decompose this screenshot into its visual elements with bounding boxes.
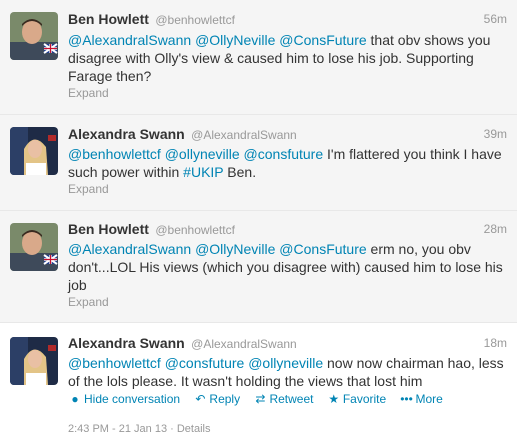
mention-link[interactable]: @AlexandralSwann bbox=[68, 241, 191, 257]
more-button[interactable]: ••• More bbox=[400, 392, 443, 406]
hide-conversation-button[interactable]: ● Hide conversation bbox=[68, 392, 180, 406]
tweet-text: @AlexandralSwann @OllyNeville @ConsFutur… bbox=[68, 240, 508, 294]
retweet-button[interactable]: ⇄ Retweet bbox=[253, 392, 313, 406]
tweet-timestamp[interactable]: 56m bbox=[484, 12, 507, 26]
tweet-body: Ben. bbox=[223, 164, 257, 180]
mention-link[interactable]: @ollyneville bbox=[248, 355, 323, 371]
tweet-text: @benhowlettcf @consfuture @ollyneville n… bbox=[68, 354, 508, 390]
tweet-header: Alexandra Swann @AlexandralSwann 18m bbox=[68, 335, 507, 353]
ellipsis-icon: ••• bbox=[400, 392, 413, 406]
tweet-expanded[interactable]: Alexandra Swann @AlexandralSwann 18m @be… bbox=[0, 323, 517, 435]
reply-arrow-icon: ↶ bbox=[195, 392, 206, 406]
reply-button[interactable]: ↶ Reply bbox=[193, 392, 240, 406]
mention-link[interactable]: @benhowlettcf bbox=[68, 146, 161, 162]
tweet-header: Ben Howlett @benhowlettcf 56m bbox=[68, 11, 507, 29]
avatar[interactable] bbox=[10, 223, 58, 271]
mention-link[interactable]: @consfuture bbox=[244, 146, 324, 162]
mention-link[interactable]: @consfuture bbox=[165, 355, 245, 371]
tweet-header: Ben Howlett @benhowlettcf 28m bbox=[68, 221, 507, 239]
author-name[interactable]: Alexandra Swann bbox=[68, 126, 185, 142]
tweet-text: @benhowlettcf @ollyneville @consfuture I… bbox=[68, 145, 508, 181]
mention-link[interactable]: @OllyNeville bbox=[195, 32, 275, 48]
author-name[interactable]: Alexandra Swann bbox=[68, 335, 185, 351]
star-icon: ★ bbox=[328, 392, 340, 406]
expand-link[interactable]: Expand bbox=[68, 86, 109, 100]
tweet-timestamp[interactable]: 39m bbox=[484, 127, 507, 141]
tweet-timestamp[interactable]: 28m bbox=[484, 222, 507, 236]
more-label: More bbox=[415, 392, 443, 406]
speech-bubble-icon: ● bbox=[71, 392, 79, 406]
retweet-icon: ⇄ bbox=[255, 392, 266, 406]
mention-link[interactable]: @OllyNeville bbox=[195, 241, 275, 257]
tweet[interactable]: Ben Howlett @benhowlettcf 56m @Alexandra… bbox=[0, 0, 517, 115]
author-handle[interactable]: @AlexandralSwann bbox=[191, 337, 297, 351]
expand-link[interactable]: Expand bbox=[68, 295, 109, 309]
author-handle[interactable]: @benhowlettcf bbox=[155, 223, 235, 237]
avatar[interactable] bbox=[10, 337, 58, 385]
tweet-actions: ● Hide conversation ↶ Reply ⇄ Retweet ★ Favo… bbox=[68, 392, 453, 406]
mention-link[interactable]: @benhowlettcf bbox=[68, 355, 161, 371]
author-handle[interactable]: @benhowlettcf bbox=[155, 13, 235, 27]
tweet-header: Alexandra Swann @AlexandralSwann 39m bbox=[68, 126, 507, 144]
author-handle[interactable]: @AlexandralSwann bbox=[191, 128, 297, 142]
tweet-text: @AlexandralSwann @OllyNeville @ConsFutur… bbox=[68, 31, 508, 85]
avatar[interactable] bbox=[10, 127, 58, 175]
avatar[interactable] bbox=[10, 12, 58, 60]
favorite-label: Favorite bbox=[342, 392, 387, 406]
hide-conversation-label: Hide conversation bbox=[84, 392, 181, 406]
retweet-label: Retweet bbox=[269, 392, 314, 406]
author-name[interactable]: Ben Howlett bbox=[68, 11, 149, 27]
mention-link[interactable]: @ollyneville bbox=[165, 146, 240, 162]
author-name[interactable]: Ben Howlett bbox=[68, 221, 149, 237]
hashtag-link[interactable]: #UKIP bbox=[183, 164, 223, 180]
tweet-meta[interactable]: 2:43 PM - 21 Jan 13 · Details bbox=[68, 423, 210, 435]
reply-label: Reply bbox=[209, 392, 241, 406]
conversation-timeline: Ben Howlett @benhowlettcf 56m @Alexandra… bbox=[0, 0, 517, 435]
tweet-timestamp[interactable]: 18m bbox=[484, 336, 507, 350]
expand-link[interactable]: Expand bbox=[68, 182, 109, 196]
mention-link[interactable]: @ConsFuture bbox=[279, 241, 366, 257]
favorite-button[interactable]: ★ Favorite bbox=[327, 392, 386, 406]
tweet[interactable]: Alexandra Swann @AlexandralSwann 39m @be… bbox=[0, 115, 517, 211]
mention-link[interactable]: @ConsFuture bbox=[279, 32, 366, 48]
tweet[interactable]: Ben Howlett @benhowlettcf 28m @Alexandra… bbox=[0, 211, 517, 323]
mention-link[interactable]: @AlexandralSwann bbox=[68, 32, 191, 48]
